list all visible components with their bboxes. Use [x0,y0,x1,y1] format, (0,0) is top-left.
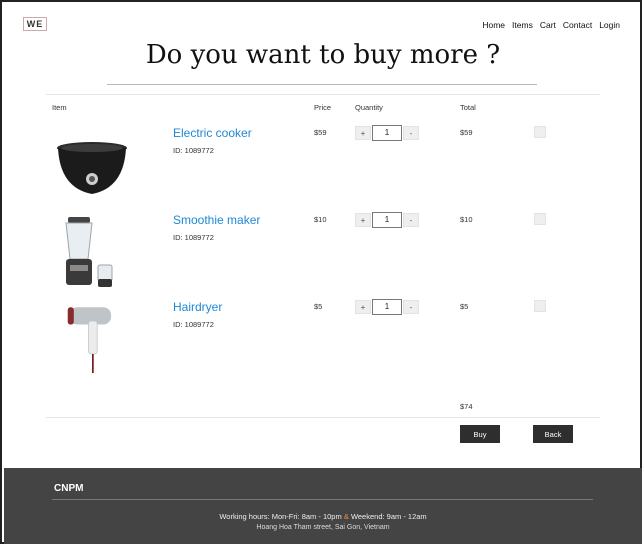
page-title: Do you want to buy more ? [145,40,501,70]
row-total: $59 [460,128,473,137]
site-footer: CNPM Working hours: Mon-Fri: 8am - 10pm … [4,468,642,544]
header-price: Price [314,103,332,112]
qty-plus-button[interactable]: + [355,300,371,314]
product-price: $59 [314,128,327,137]
footer-brand: CNPM [54,483,84,494]
row-total: $5 [460,302,469,311]
nav-cart[interactable]: Cart [540,20,556,30]
cart-row: Electric cooker ID: 1089772 $59 + 1 - $5… [2,122,642,210]
row-total: $10 [460,215,473,224]
nav-contact[interactable]: Contact [563,20,592,30]
hours-weekday: Working hours: Mon-Fri: 8am - 10pm [219,512,342,521]
qty-input[interactable]: 1 [372,125,402,141]
blender-icon [65,217,113,287]
buy-button[interactable]: Buy [460,425,500,443]
page-frame: WE Home Items Cart Contact Login Do you … [0,0,642,544]
title-divider [107,84,537,85]
product-price: $10 [314,215,327,224]
header-item: Item [52,103,67,112]
nav-items[interactable]: Items [512,20,533,30]
product-id: ID: 1089772 [173,146,214,155]
product-name[interactable]: Hairdryer [173,300,222,314]
quantity-stepper: + 1 - [355,125,419,141]
product-name[interactable]: Smoothie maker [173,213,260,227]
footer-divider [52,499,593,500]
qty-plus-button[interactable]: + [355,126,371,140]
quantity-stepper: + 1 - [355,212,419,228]
qty-input[interactable]: 1 [372,212,402,228]
table-top-divider [46,94,600,95]
site-logo[interactable]: WE [23,17,47,31]
qty-minus-button[interactable]: - [403,126,419,140]
nav-login[interactable]: Login [599,20,620,30]
product-id: ID: 1089772 [173,320,214,329]
back-button[interactable]: Back [533,425,573,443]
hours-separator: & [343,512,349,521]
remove-item-checkbox[interactable] [534,126,546,138]
working-hours: Working hours: Mon-Fri: 8am - 10pm & Wee… [4,512,642,521]
qty-input[interactable]: 1 [372,299,402,315]
grand-total: $74 [460,402,473,411]
hours-weekend: Weekend: 9am - 12am [350,512,427,521]
footer-address: Hoang Hoa Tham street, Sai Gon, Vietnam [256,524,390,531]
remove-item-checkbox[interactable] [534,213,546,225]
nav-home[interactable]: Home [482,20,505,30]
product-price: $5 [314,302,323,311]
qty-minus-button[interactable]: - [403,213,419,227]
table-bottom-divider [46,417,600,418]
product-name[interactable]: Electric cooker [173,126,252,140]
rice-cooker-icon [57,142,127,194]
product-id: ID: 1089772 [173,233,214,242]
remove-item-checkbox[interactable] [534,300,546,312]
cart-row: Smoothie maker ID: 1089772 $10 + 1 - $10 [2,209,642,297]
main-nav: Home Items Cart Contact Login [482,20,620,30]
header-quantity: Quantity [355,103,383,112]
header-total: Total [460,103,476,112]
hairdryer-icon [67,307,112,374]
qty-plus-button[interactable]: + [355,213,371,227]
cart-row: Hairdryer ID: 1089772 $5 + 1 - $5 [2,296,642,384]
qty-minus-button[interactable]: - [403,300,419,314]
quantity-stepper: + 1 - [355,299,419,315]
